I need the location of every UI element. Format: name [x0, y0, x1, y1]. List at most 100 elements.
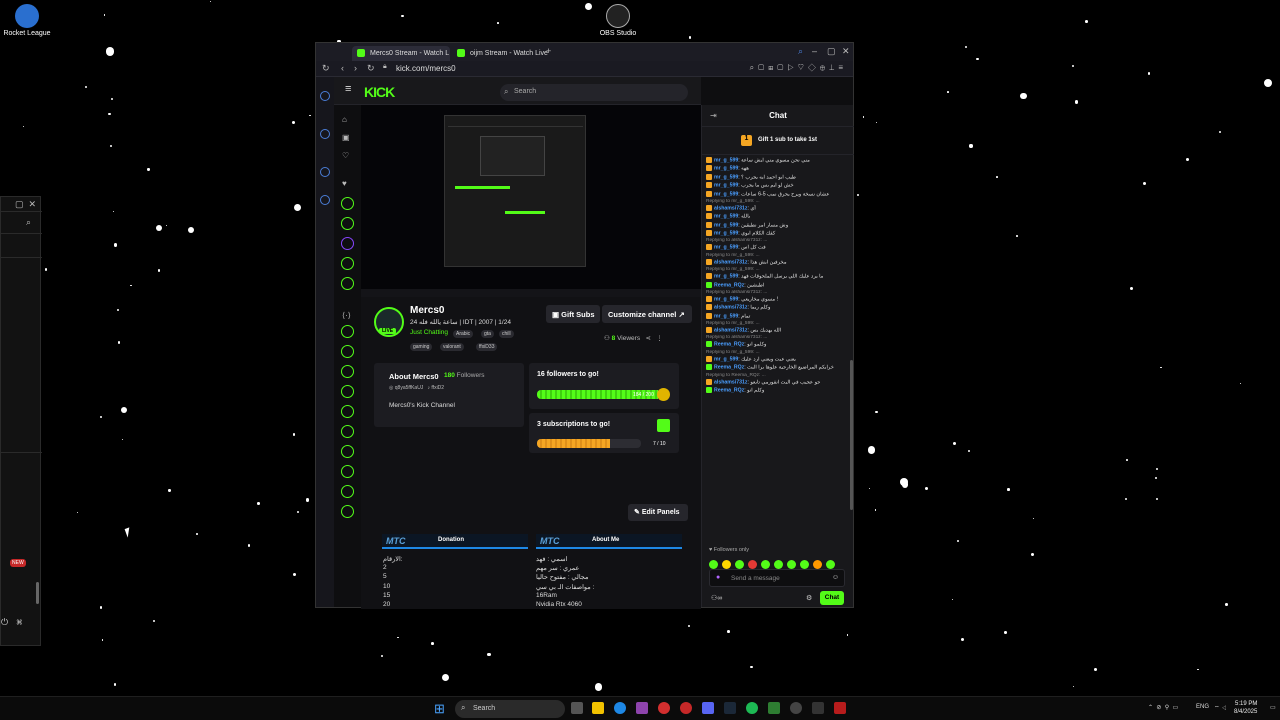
channel-avatar[interactable]: [341, 197, 354, 210]
app-icon[interactable]: [768, 702, 780, 714]
chat-message[interactable]: Reema_RQz: وكلم انو: [706, 386, 846, 394]
chat-message[interactable]: mr_g_599: يعني عبت ويعني ارد عليك: [706, 355, 846, 363]
sidebar-icon[interactable]: [320, 91, 330, 101]
chat-scrollbar[interactable]: [850, 360, 853, 510]
notification-icon[interactable]: ▭: [1270, 704, 1276, 711]
chat-username[interactable]: mr_g_599: [714, 230, 738, 236]
chat-username[interactable]: mr_g_599: [714, 313, 738, 319]
chat-message[interactable]: Reema_RQz: خرابكم المراضيع الخارجية علوه…: [706, 364, 846, 371]
desktop-icon-rocket-league[interactable]: Rocket League: [0, 4, 54, 37]
search-icon[interactable]: ⌕: [26, 217, 31, 228]
sidebar-icon[interactable]: [320, 167, 330, 177]
channel-avatar[interactable]: [341, 485, 354, 498]
tag[interactable]: valorant: [440, 343, 464, 351]
app-icon[interactable]: [812, 702, 824, 714]
emote-bar[interactable]: [709, 556, 849, 569]
chat-message[interactable]: mr_g_599: خش لو ايم بس ما يجرب: [706, 182, 846, 189]
chat-message[interactable]: mr_g_599: ما يرد عليك اللي يرسل الملحوقا…: [706, 273, 846, 280]
sidebar-icon[interactable]: [320, 195, 330, 205]
chat-username[interactable]: mr_g_599: [714, 157, 738, 163]
chat-message[interactable]: mr_g_599: وش مسار امر نطيقين: [706, 221, 846, 229]
video-controls[interactable]: [361, 289, 701, 297]
following-icon[interactable]: ♡: [342, 151, 349, 160]
chat-message[interactable]: mr_g_599: مني نحن مسوي مني ايش ساعة: [706, 157, 846, 164]
channel-avatar[interactable]: [341, 405, 354, 418]
channel-avatar[interactable]: [341, 465, 354, 478]
obs-taskbar-icon[interactable]: [790, 702, 802, 714]
chat-username[interactable]: mr_g_599: [714, 296, 738, 302]
emote-icon[interactable]: [735, 560, 744, 569]
gamepad-icon[interactable]: ⏻⌘: [1, 617, 30, 628]
chat-username[interactable]: mr_g_599: [714, 356, 738, 362]
chat-message[interactable]: mr_g_599: مسوي مخاريعي !: [706, 295, 846, 303]
tray-icons[interactable]: ⌃ ⊘ ⚲ ▭: [1148, 704, 1178, 711]
chat-message[interactable]: Reema_RQz: وكلمو انو: [706, 341, 846, 348]
minimize-icon[interactable]: –: [812, 46, 817, 56]
emoji-icon[interactable]: ☺: [832, 574, 839, 581]
chat-message[interactable]: mr_g_599: طيب ابو احمد ايه يجرب ؟: [706, 173, 846, 181]
channel-avatar[interactable]: [341, 325, 354, 338]
chat-username[interactable]: mr_g_599: [714, 222, 738, 228]
forward-icon[interactable]: ›: [354, 63, 357, 73]
url-field[interactable]: kick.com/mercs0: [396, 64, 456, 73]
emote-icon[interactable]: [813, 560, 822, 569]
menu-icon[interactable]: ≡: [345, 83, 351, 95]
chat-message[interactable]: mr_g_599: فت كل اس: [706, 244, 846, 251]
chat-username[interactable]: mr_g_599: [714, 174, 738, 180]
tag[interactable]: ffxiD33: [476, 343, 498, 351]
channel-avatar[interactable]: [341, 385, 354, 398]
kick-search-input[interactable]: ⌕ Search: [500, 84, 688, 101]
taskbar-clock[interactable]: 5:19 PM 8/4/2025: [1234, 700, 1257, 716]
customize-channel-button[interactable]: Customize channel ↗: [602, 305, 692, 323]
channel-avatar[interactable]: [341, 425, 354, 438]
app-icon[interactable]: [658, 702, 670, 714]
language-indicator[interactable]: ENG: [1196, 704, 1209, 710]
desktop-icon-obs[interactable]: OBS Studio: [591, 4, 645, 37]
chat-username[interactable]: alshamsi731z: [714, 259, 747, 265]
emote-icon[interactable]: [787, 560, 796, 569]
channel-avatar[interactable]: [341, 345, 354, 358]
channel-avatar[interactable]: [341, 217, 354, 230]
browse-icon[interactable]: ▣: [342, 133, 350, 142]
stream-category[interactable]: Just Chatting: [410, 329, 448, 336]
channel-avatar[interactable]: [341, 365, 354, 378]
edit-panels-button[interactable]: ✎ Edit Panels: [628, 504, 688, 521]
channel-avatar[interactable]: [341, 277, 354, 290]
chat-username[interactable]: alshamsi731z: [714, 379, 747, 385]
opera-icon[interactable]: [680, 702, 692, 714]
chat-username[interactable]: Reema_RQz: [714, 342, 744, 348]
chat-username[interactable]: mr_g_599: [714, 214, 738, 220]
chat-username[interactable]: Reema_RQz: [714, 365, 744, 371]
emote-icon[interactable]: [800, 560, 809, 569]
tab-oijm[interactable]: oijm Stream - Watch Live: [452, 46, 548, 61]
kick-logo[interactable]: KICK: [364, 84, 395, 100]
chat-send-button[interactable]: Chat: [820, 591, 844, 605]
chat-message[interactable]: alshamsi731z: الله يهديك بس: [706, 327, 846, 334]
social-tiktok[interactable]: ffxiD2: [431, 385, 444, 391]
task-view-icon[interactable]: [571, 702, 583, 714]
chat-username[interactable]: alshamsi731z: [714, 305, 747, 311]
gift-subs-button[interactable]: ▣ Gift Subs: [546, 305, 600, 323]
channel-avatar[interactable]: [341, 505, 354, 518]
chat-username[interactable]: mr_g_599: [714, 191, 738, 197]
chat-username[interactable]: mr_g_599: [714, 274, 738, 280]
chat-username[interactable]: mr_g_599: [714, 245, 738, 251]
channel-avatar[interactable]: [341, 237, 354, 250]
file-explorer-icon[interactable]: [592, 702, 604, 714]
gift-banner[interactable]: 1 Gift 1 sub to take 1st: [702, 127, 854, 155]
chat-message[interactable]: mr_g_599: تمام: [706, 312, 846, 320]
chat-input[interactable]: ● Send a message ☺: [709, 569, 845, 587]
channel-avatar[interactable]: [341, 257, 354, 270]
chat-users-icon[interactable]: ⚇∞: [711, 594, 722, 602]
app-icon[interactable]: [834, 702, 846, 714]
tag[interactable]: Arabic: [453, 330, 474, 338]
more-icon[interactable]: ⋮: [656, 335, 663, 342]
app-icon[interactable]: [636, 702, 648, 714]
back-icon[interactable]: ‹: [341, 63, 344, 73]
tag[interactable]: chill: [499, 330, 514, 338]
chat-message[interactable]: alshamsi731z: أي: [706, 204, 846, 212]
chat-username[interactable]: mr_g_599: [714, 183, 738, 189]
windows-start-icon[interactable]: ⊞: [434, 701, 445, 717]
extension-icons[interactable]: ⌕▢⊞▢▷♡◇⊕⊥≡: [750, 63, 847, 73]
chat-message[interactable]: mr_g_599: ههه: [706, 165, 846, 172]
